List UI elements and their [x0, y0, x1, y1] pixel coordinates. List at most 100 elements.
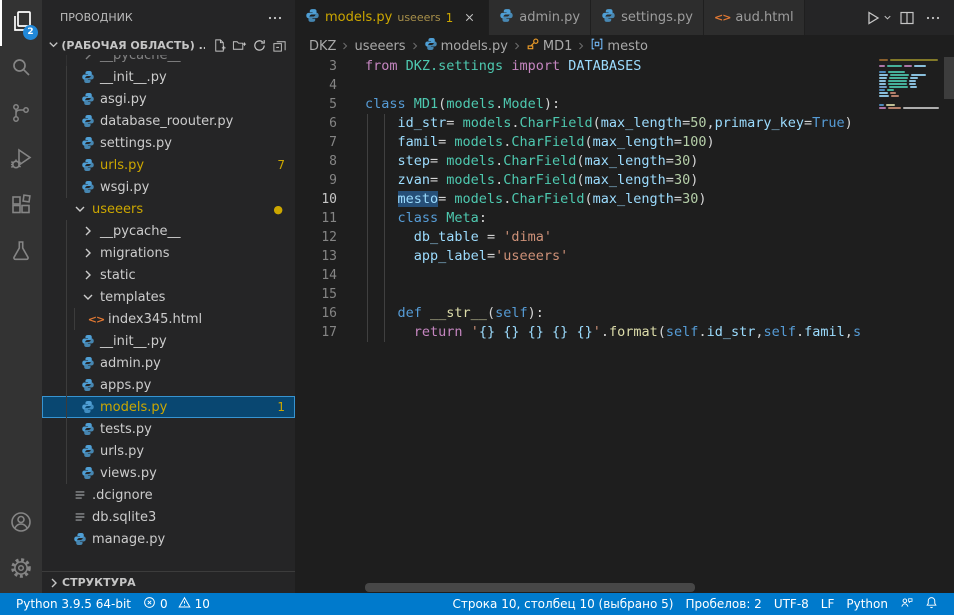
chevron-right-icon — [80, 55, 96, 63]
tree-item-__init__.py[interactable]: __init__.py — [42, 330, 295, 352]
code-line-6[interactable]: 6 id_str= models.CharField(max_length=50… — [295, 114, 954, 133]
tree-item-migrations[interactable]: migrations — [42, 242, 295, 264]
tree-item-.dcignore[interactable]: .dcignore — [42, 484, 295, 506]
workspace-section-header[interactable]: (РАБОЧАЯ ОБЛАСТЬ) ... — [42, 35, 295, 55]
status-language-mode[interactable]: Python — [840, 593, 894, 615]
tree-item-useeers[interactable]: useeers● — [42, 198, 295, 220]
activity-bar-source-control[interactable] — [0, 92, 42, 138]
run-debug-icon — [9, 147, 33, 175]
run-dropdown[interactable] — [880, 5, 894, 31]
tree-item-settings.py[interactable]: settings.py — [42, 132, 295, 154]
collapse-folders-button[interactable] — [269, 35, 289, 55]
tree-item-index345.html[interactable]: <>index345.html — [42, 308, 295, 330]
tree-item-urls.py[interactable]: urls.py — [42, 440, 295, 462]
tab-aud.html[interactable]: <>aud.html — [704, 0, 805, 35]
status-cursor-position[interactable]: Строка 10, столбец 10 (выбрано 5) — [446, 593, 679, 615]
tree-item-__pycache__[interactable]: __pycache__ — [42, 220, 295, 242]
activity-bar-accounts[interactable] — [0, 501, 42, 547]
code-line-10[interactable]: 10 mesto= models.CharField(max_length=30… — [295, 190, 954, 209]
warning-icon — [178, 596, 191, 612]
status-problems[interactable]: 010 — [137, 593, 216, 615]
python-file-icon — [499, 8, 514, 27]
python-file-icon — [80, 91, 96, 107]
status-encoding[interactable]: UTF-8 — [768, 593, 815, 615]
code-line-4[interactable]: 4 — [295, 76, 954, 95]
code-line-13[interactable]: 13 app_label='useeers' — [295, 247, 954, 266]
tree-item-templates[interactable]: templates — [42, 286, 295, 308]
code-line-15[interactable]: 15 — [295, 285, 954, 304]
activity-bar-manage[interactable] — [0, 547, 42, 593]
tree-item-__init__.py[interactable]: __init__.py — [42, 66, 295, 88]
tab-models.py[interactable]: models.pyuseeers1 — [295, 0, 489, 35]
tree-item-urls.py[interactable]: urls.py7 — [42, 154, 295, 176]
status-notifications[interactable] — [919, 593, 944, 615]
code-line-7[interactable]: 7 famil= models.CharField(max_length=100… — [295, 133, 954, 152]
breadcrumb-item-MD1[interactable]: MD1 — [526, 37, 573, 55]
indent-guide — [66, 132, 67, 154]
code-line-3[interactable]: 3from DKZ.settings import DATABASES — [295, 57, 954, 76]
code-line-12[interactable]: 12 db_table = 'dima' — [295, 228, 954, 247]
code-line-9[interactable]: 9 zvan= models.CharField(max_length=30) — [295, 171, 954, 190]
tree-item-__pycache__[interactable]: __pycache__ — [42, 55, 295, 66]
tab-settings.py[interactable]: settings.py — [591, 0, 704, 35]
code-line-11[interactable]: 11 class Meta: — [295, 209, 954, 228]
new-file-button[interactable] — [209, 35, 229, 55]
status-label: Python — [846, 597, 888, 611]
activity-bar-extensions[interactable] — [0, 184, 42, 230]
code-text: famil= models.CharField(max_length=100) — [365, 133, 715, 152]
activity-bar-search[interactable] — [0, 46, 42, 92]
tree-item-database_roouter.py[interactable]: database_roouter.py — [42, 110, 295, 132]
activity-bar-explorer[interactable]: 2 — [0, 0, 42, 46]
python-file-icon — [601, 8, 616, 27]
line-number: 4 — [295, 76, 365, 95]
tree-item-apps.py[interactable]: apps.py — [42, 374, 295, 396]
vscode-window: 2 ПРОВОДНИК (РАБОЧАЯ ОБЛАСТЬ) ... __pyca… — [0, 0, 954, 615]
tree-item-asgi.py[interactable]: asgi.py — [42, 88, 295, 110]
breadcrumb-item-mesto[interactable]: mesto — [590, 37, 648, 55]
breadcrumb-separator-icon — [575, 40, 587, 52]
minimap[interactable] — [879, 57, 943, 593]
tree-item-static[interactable]: static — [42, 264, 295, 286]
new-folder-button[interactable] — [229, 35, 249, 55]
tree-item-models.py[interactable]: models.py1 — [42, 396, 295, 418]
tree-item-admin.py[interactable]: admin.py — [42, 352, 295, 374]
horizontal-scrollbar[interactable] — [365, 583, 695, 592]
activity-bar-run-and-debug[interactable] — [0, 138, 42, 184]
breadcrumb-item-useeers[interactable]: useeers — [354, 39, 405, 54]
line-number: 12 — [295, 228, 365, 247]
clipped-tree-item: __pycache__ — [42, 55, 295, 66]
code-line-5[interactable]: 5class MD1(models.Model): — [295, 95, 954, 114]
indent-guide — [66, 242, 67, 264]
refresh-explorer-button[interactable] — [249, 35, 269, 55]
status-label: Строка 10, столбец 10 (выбрано 5) — [452, 597, 673, 611]
explorer-more-actions[interactable] — [265, 8, 285, 28]
breadcrumb-item-DKZ[interactable]: DKZ — [309, 39, 336, 54]
tree-item-manage.py[interactable]: manage.py — [42, 528, 295, 550]
status-python-interpreter[interactable]: Python 3.9.5 64-bit — [10, 593, 137, 615]
minimap-line — [879, 74, 943, 76]
editor-more-actions[interactable] — [920, 5, 946, 31]
code-editor[interactable]: 3from DKZ.settings import DATABASES45cla… — [295, 57, 954, 593]
status-indentation[interactable]: Пробелов: 2 — [679, 593, 767, 615]
vertical-scrollbar[interactable] — [944, 57, 954, 99]
tree-item-tests.py[interactable]: tests.py — [42, 418, 295, 440]
tree-item-db.sqlite3[interactable]: db.sqlite3 — [42, 506, 295, 528]
code-line-14[interactable]: 14 — [295, 266, 954, 285]
code-text: return '{} {} {} {} {}'.format(self.id_s… — [365, 323, 861, 342]
code-line-17[interactable]: 17 return '{} {} {} {} {}'.format(self.i… — [295, 323, 954, 342]
status-feedback[interactable] — [894, 593, 919, 615]
tab-close-button[interactable] — [460, 9, 478, 27]
tab-admin.py[interactable]: admin.py — [489, 0, 591, 35]
split-editor-button[interactable] — [894, 5, 920, 31]
activity-bar-testing[interactable] — [0, 230, 42, 276]
outline-section-header[interactable]: СТРУКТУРА — [42, 571, 295, 593]
tree-item-views.py[interactable]: views.py — [42, 462, 295, 484]
breadcrumb-item-models.py[interactable]: models.py — [424, 37, 508, 55]
indent-guide — [66, 308, 67, 330]
status-eol[interactable]: LF — [815, 593, 841, 615]
minimap-line — [879, 77, 943, 79]
code-line-16[interactable]: 16 def __str__(self): — [295, 304, 954, 323]
indent-guide — [66, 352, 67, 374]
tree-item-wsgi.py[interactable]: wsgi.py — [42, 176, 295, 198]
code-line-8[interactable]: 8 step= models.CharField(max_length=30) — [295, 152, 954, 171]
